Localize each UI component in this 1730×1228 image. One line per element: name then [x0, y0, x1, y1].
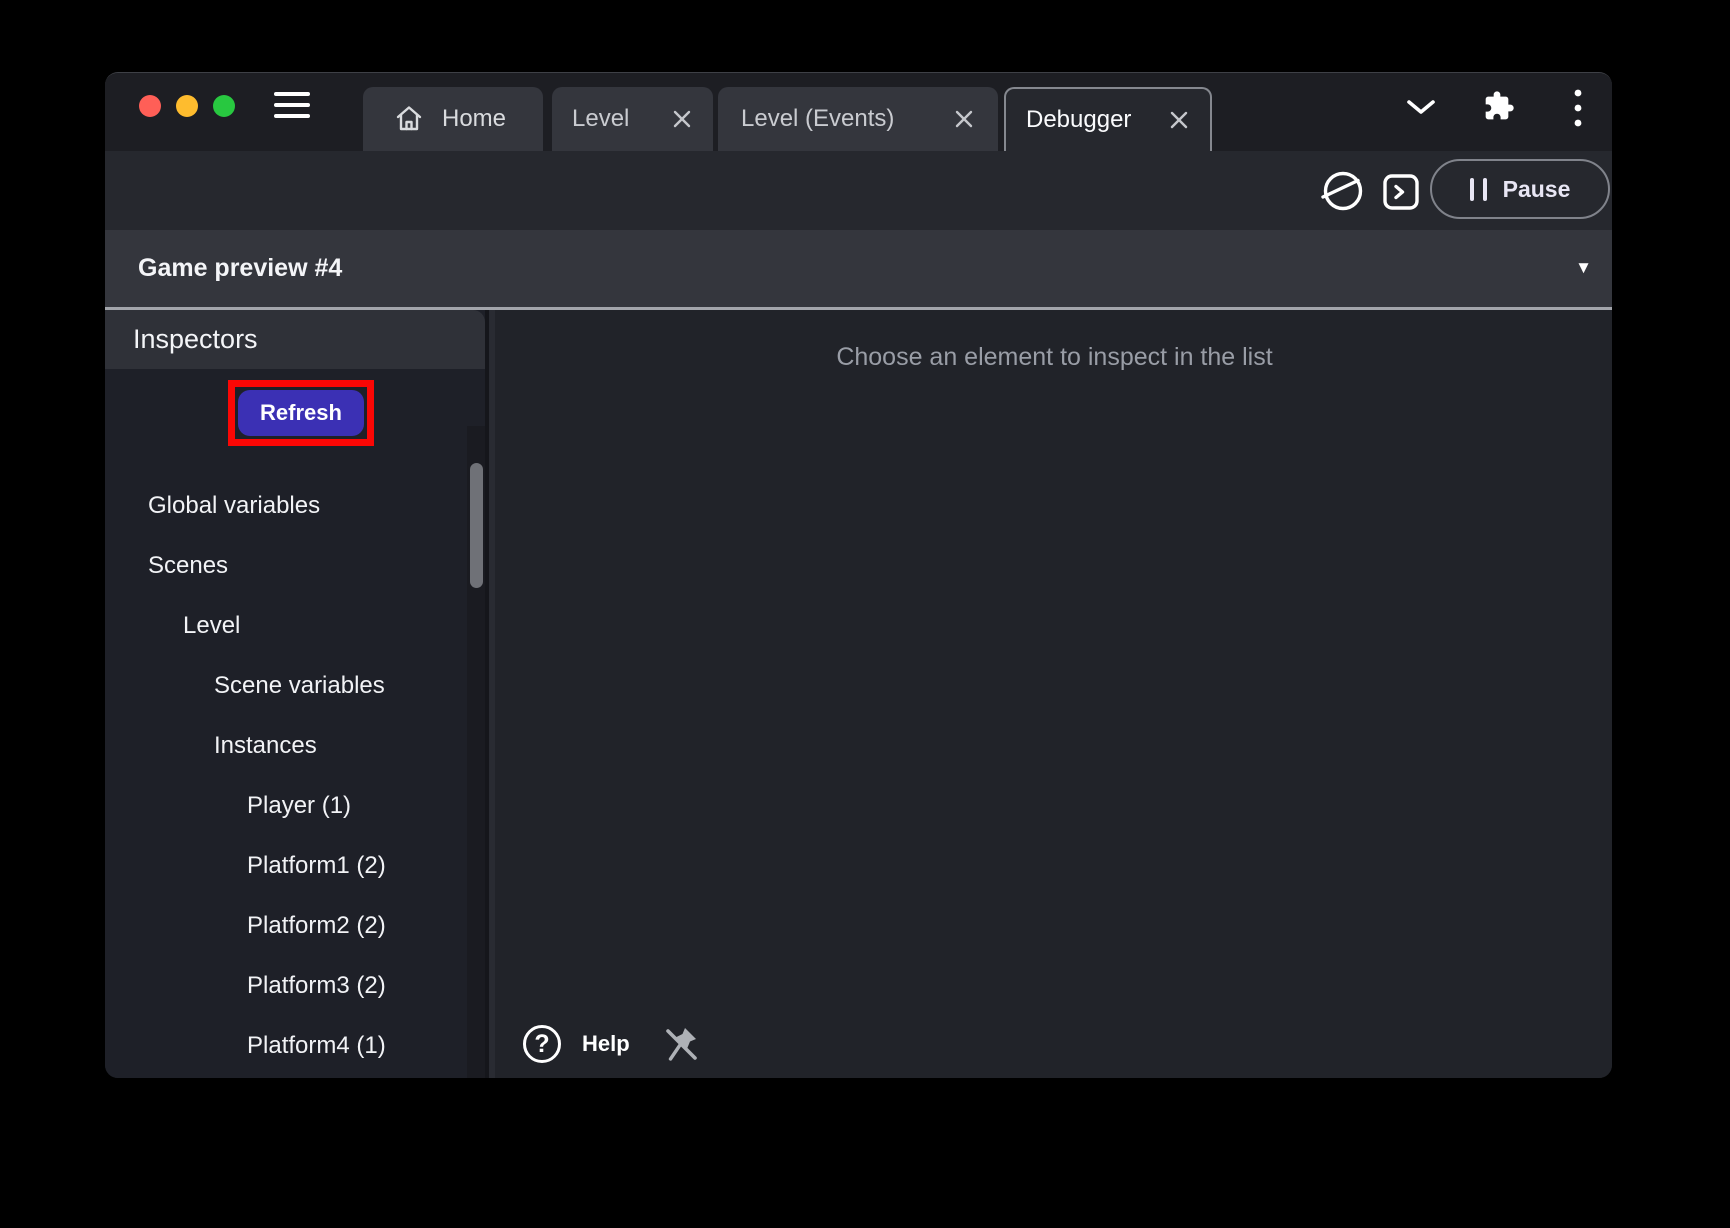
close-tab-icon[interactable] — [671, 108, 693, 130]
inspector-tree-item[interactable]: Scenes — [105, 536, 467, 596]
inspector-tree-item[interactable]: Platform4 (1) — [105, 1016, 467, 1076]
tab-label: Home — [442, 105, 506, 133]
app-window: Home Level Level (Events) Debugger — [105, 72, 1612, 1078]
menu-icon[interactable] — [274, 92, 310, 118]
tab-level[interactable]: Level — [552, 87, 713, 151]
close-tab-icon[interactable] — [1168, 109, 1190, 131]
pause-button-label: Pause — [1503, 176, 1571, 203]
pin-off-icon[interactable] — [661, 1023, 701, 1065]
close-tab-icon[interactable] — [953, 108, 975, 130]
inspector-detail-area: Choose an element to inspect in the list… — [497, 310, 1612, 1078]
tab-level-events[interactable]: Level (Events) — [718, 87, 998, 151]
refresh-button[interactable]: Refresh — [238, 390, 364, 436]
minimize-window-button[interactable] — [176, 95, 198, 117]
scrollbar-track — [467, 426, 485, 1078]
annotation-highlight-box: Refresh — [228, 380, 374, 446]
tab-label: Level (Events) — [741, 105, 894, 133]
help-icon[interactable]: ? — [523, 1025, 561, 1063]
extensions-puzzle-icon[interactable] — [1483, 90, 1515, 122]
pause-icon — [1470, 178, 1487, 201]
tab-label: Debugger — [1026, 106, 1131, 134]
debugger-toolbar: Pause — [105, 151, 1612, 230]
inspector-tree: Global variablesScenesLevelScene variabl… — [105, 476, 467, 1076]
more-options-icon[interactable] — [1573, 87, 1583, 129]
dropdown-caret-icon[interactable]: ▼ — [1575, 258, 1592, 278]
inspectors-panel-header: Inspectors — [105, 310, 485, 369]
tab-debugger[interactable]: Debugger — [1004, 87, 1212, 151]
inspector-tree-item[interactable]: Platform2 (2) — [105, 896, 467, 956]
help-row: ? Help — [523, 1023, 701, 1065]
inspector-tree-item[interactable]: Scene variables — [105, 656, 467, 716]
inspector-tree-item[interactable]: Instances — [105, 716, 467, 776]
chevron-down-icon[interactable] — [1406, 99, 1436, 117]
empty-state-message: Choose an element to inspect in the list — [497, 343, 1612, 372]
zoom-window-button[interactable] — [213, 95, 235, 117]
inspector-tree-item[interactable]: Platform3 (2) — [105, 956, 467, 1016]
tab-label: Level — [572, 105, 629, 133]
inspector-tree-item[interactable]: Player (1) — [105, 776, 467, 836]
home-icon — [393, 103, 425, 135]
help-button[interactable]: Help — [582, 1031, 630, 1057]
title-bar: Home Level Level (Events) Debugger — [105, 73, 1612, 151]
pause-button[interactable]: Pause — [1430, 159, 1610, 219]
tab-home[interactable]: Home — [363, 87, 543, 151]
content-area: Inspectors Refresh Global variablesScene… — [105, 310, 1612, 1078]
console-icon[interactable] — [1381, 172, 1421, 212]
game-preview-title: Game preview #4 — [138, 254, 342, 283]
panel-divider — [485, 310, 497, 1078]
inspectors-panel-title: Inspectors — [133, 324, 258, 355]
inspectors-panel: Inspectors Refresh Global variablesScene… — [105, 310, 485, 1078]
profiler-icon[interactable] — [1320, 168, 1366, 214]
inspector-tree-item[interactable]: Global variables — [105, 476, 467, 536]
inspector-tree-item[interactable]: Level — [105, 596, 467, 656]
inspector-tree-item[interactable]: Platform1 (2) — [105, 836, 467, 896]
game-preview-header[interactable]: Game preview #4 ▼ — [105, 230, 1612, 307]
close-window-button[interactable] — [139, 95, 161, 117]
scrollbar-thumb[interactable] — [470, 463, 483, 588]
